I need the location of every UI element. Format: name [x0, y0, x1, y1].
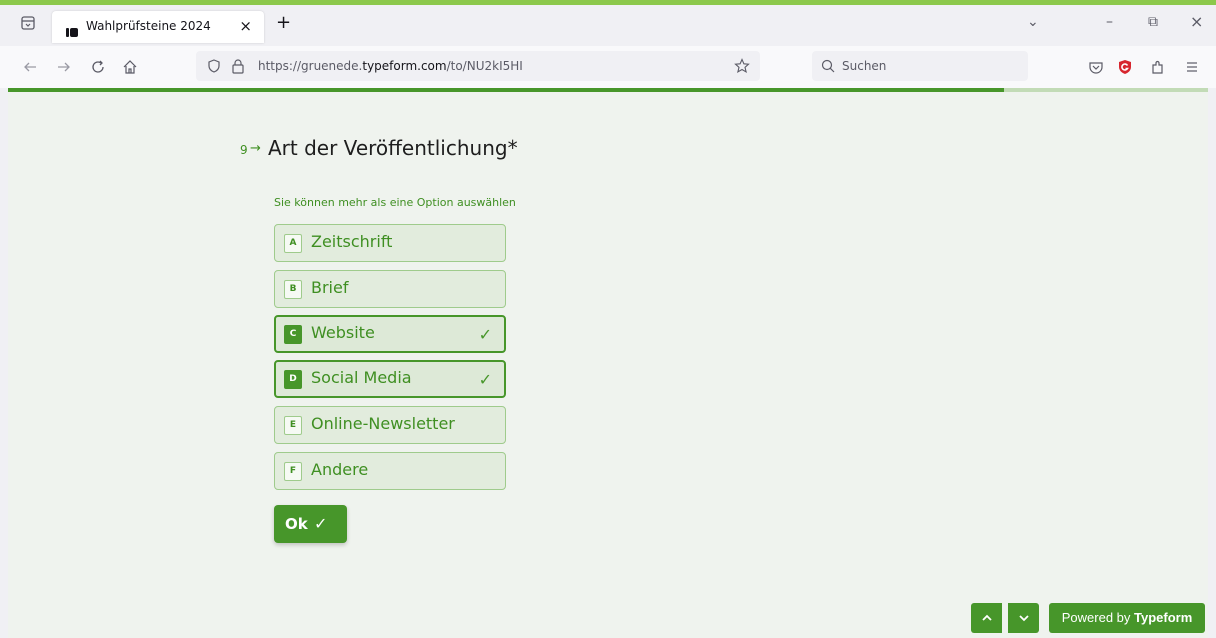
tab-active[interactable]: Wahlprüfsteine 2024 × — [52, 11, 264, 43]
tab-list-icon[interactable] — [20, 15, 36, 31]
option-b[interactable]: B Brief — [274, 270, 506, 308]
navigation-bar: https://gruenede.typeform.com/to/NU2kI5H… — [0, 46, 1216, 88]
tab-close-icon[interactable]: × — [239, 17, 252, 35]
option-f[interactable]: F Andere — [274, 452, 506, 490]
typeform-favicon-icon — [66, 22, 78, 37]
tab-strip: Wahlprüfsteine 2024 × + ⌄ – ⧉ × — [0, 5, 1216, 43]
question-title: Art der Veröffentlichung* — [268, 136, 518, 160]
multiple-choice-hint: Sie können mehr als eine Option auswähle… — [274, 196, 516, 209]
checkmark-icon: ✓ — [478, 325, 492, 344]
typeform-page: 9 → Art der Veröffentlichung* Sie können… — [8, 88, 1208, 638]
powered-by-typeform-link[interactable]: Powered by Typeform — [1049, 603, 1205, 633]
new-tab-button[interactable]: + — [276, 14, 291, 32]
option-d[interactable]: D Social Media ✓ — [274, 360, 506, 398]
back-icon[interactable] — [22, 59, 38, 75]
shield-icon[interactable] — [206, 58, 222, 74]
menu-icon[interactable] — [1184, 59, 1200, 75]
option-label: Andere — [311, 460, 369, 479]
option-e[interactable]: E Online-Newsletter — [274, 406, 506, 444]
reload-icon[interactable] — [90, 59, 106, 75]
option-key: A — [284, 234, 302, 253]
previous-question-button[interactable] — [971, 603, 1002, 633]
extensions-icon[interactable] — [1150, 59, 1166, 75]
option-c[interactable]: C Website ✓ — [274, 315, 506, 353]
question-number: 9 — [240, 143, 248, 157]
next-question-button[interactable] — [1008, 603, 1039, 633]
option-label: Brief — [311, 278, 349, 297]
option-a[interactable]: A Zeitschrift — [274, 224, 506, 262]
close-window-button[interactable]: × — [1190, 14, 1203, 30]
list-all-tabs-icon[interactable]: ⌄ — [1027, 14, 1039, 30]
option-label: Zeitschrift — [311, 232, 393, 251]
chevron-up-icon — [981, 614, 992, 621]
ok-label: Ok — [285, 515, 308, 533]
search-icon — [820, 58, 836, 74]
option-key: E — [284, 416, 302, 435]
tab-title: Wahlprüfsteine 2024 — [86, 19, 211, 33]
checkmark-icon: ✓ — [314, 514, 328, 533]
option-key: F — [284, 462, 302, 481]
option-key: D — [284, 370, 302, 389]
option-label: Social Media — [311, 368, 412, 387]
option-key: C — [284, 325, 302, 344]
search-bar[interactable]: Suchen — [812, 51, 1028, 81]
progress-bar — [8, 88, 1208, 92]
search-placeholder: Suchen — [842, 59, 887, 73]
option-key: B — [284, 280, 302, 299]
pocket-icon[interactable] — [1088, 59, 1104, 75]
arrow-right-icon: → — [250, 141, 261, 156]
lock-icon[interactable] — [230, 58, 246, 74]
url-text[interactable]: https://gruenede.typeform.com/to/NU2kI5H… — [258, 59, 523, 73]
restore-button[interactable]: ⧉ — [1148, 14, 1158, 30]
home-icon[interactable] — [122, 59, 138, 75]
address-bar[interactable]: https://gruenede.typeform.com/to/NU2kI5H… — [196, 51, 760, 81]
gdata-extension-icon[interactable] — [1117, 59, 1133, 75]
forward-icon[interactable] — [56, 59, 72, 75]
option-label: Website — [311, 323, 375, 342]
checkmark-icon: ✓ — [478, 370, 492, 389]
bookmark-star-icon[interactable] — [734, 58, 750, 74]
ok-button[interactable]: Ok ✓ — [274, 505, 347, 543]
progress-fill — [8, 88, 1004, 92]
minimize-button[interactable]: – — [1106, 14, 1113, 30]
browser-window: Wahlprüfsteine 2024 × + ⌄ – ⧉ × https://… — [0, 5, 1216, 638]
chevron-down-icon — [1018, 615, 1029, 622]
option-label: Online-Newsletter — [311, 414, 455, 433]
